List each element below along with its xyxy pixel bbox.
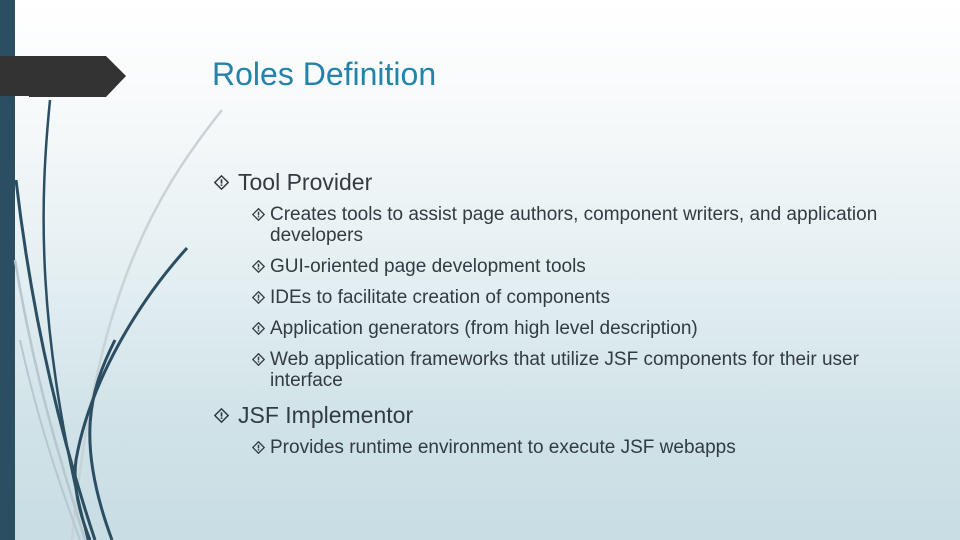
- list-item-text: Application generators (from high level …: [270, 318, 698, 339]
- list-item-text: IDEs to facilitate creation of component…: [270, 287, 611, 308]
- section-tool-provider: Tool Provider: [212, 168, 912, 196]
- deco-curve-light-2: [13, 259, 87, 540]
- list-item-text: Provides runtime environment to execute …: [270, 437, 736, 458]
- deco-curve-light-3: [19, 339, 81, 540]
- diamond-bullet-icon: [214, 175, 229, 190]
- list-item: Creates tools to assist page authors, co…: [212, 204, 912, 246]
- diamond-bullet-icon: [252, 353, 265, 366]
- diamond-bullet-icon: [252, 291, 265, 304]
- list-item: Application generators (from high level …: [212, 318, 912, 339]
- diamond-bullet-icon: [252, 208, 265, 221]
- section-jsf-implementor: JSF Implementor: [212, 401, 912, 429]
- list-item: IDEs to facilitate creation of component…: [212, 287, 912, 308]
- list-item: Provides runtime environment to execute …: [212, 437, 912, 458]
- diamond-bullet-icon: [214, 408, 229, 423]
- slide-content: Tool Provider Creates tools to assist pa…: [212, 168, 912, 468]
- slide-title: Roles Definition: [212, 56, 437, 92]
- list-item: Web application frameworks that utilize …: [212, 349, 912, 391]
- deco-curve-dark-4: [88, 339, 117, 540]
- diamond-bullet-icon: [252, 441, 265, 454]
- title-arrow-tab: [0, 56, 126, 97]
- deco-curve-dark-2: [14, 179, 97, 540]
- list-item-text: Web application frameworks that utilize …: [270, 349, 859, 391]
- section-heading: Tool Provider: [238, 169, 373, 195]
- list-item: GUI-oriented page development tools: [212, 256, 912, 277]
- diamond-bullet-icon: [252, 322, 265, 335]
- list-item-text: GUI-oriented page development tools: [270, 256, 586, 277]
- list-item-text: Creates tools to assist page authors, co…: [270, 204, 878, 246]
- diamond-bullet-icon: [252, 260, 265, 273]
- section-heading: JSF Implementor: [238, 402, 414, 428]
